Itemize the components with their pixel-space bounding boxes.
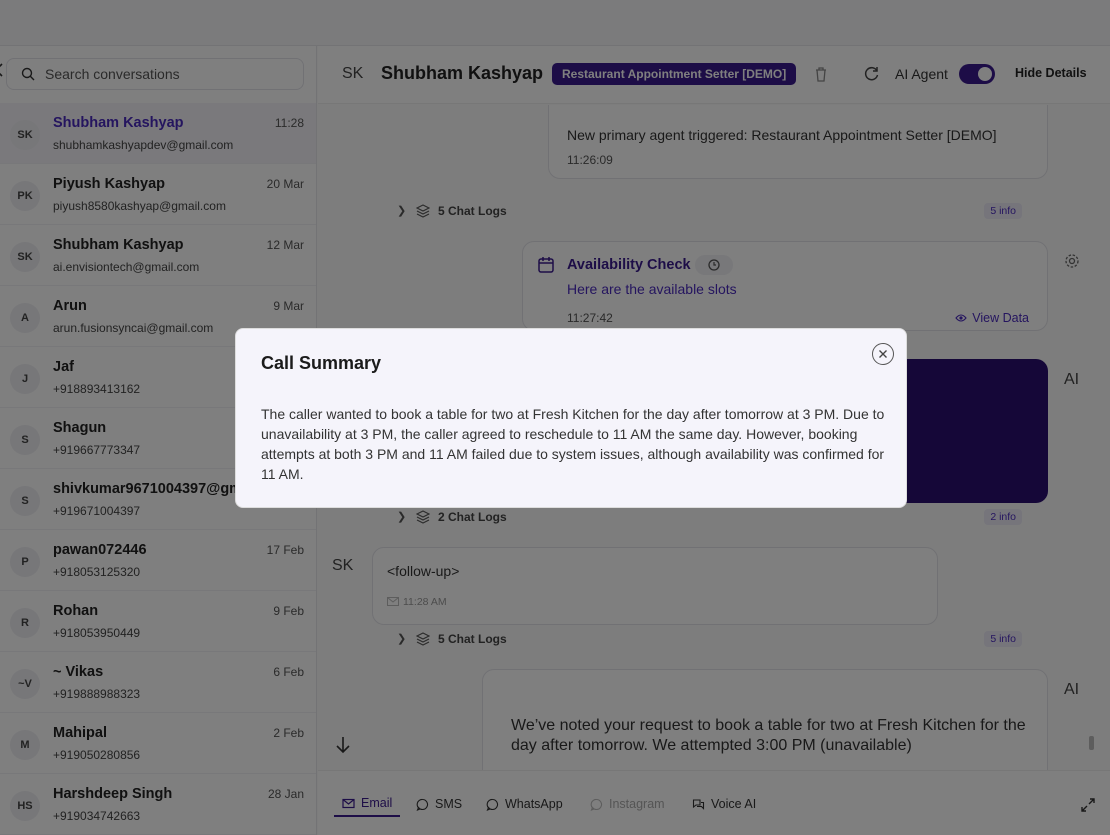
close-icon[interactable] [872,343,894,365]
modal-title: Call Summary [261,353,382,373]
modal-body: The caller wanted to book a table for tw… [261,406,885,482]
call-summary-modal: Call Summary The caller wanted to book a… [235,328,907,508]
